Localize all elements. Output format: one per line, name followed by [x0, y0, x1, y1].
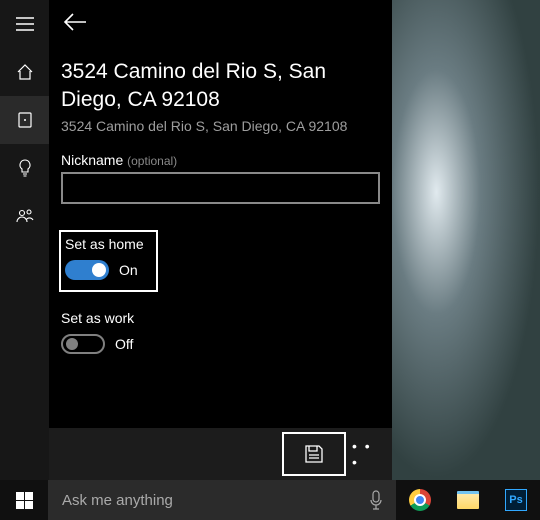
- nickname-input[interactable]: [61, 172, 380, 204]
- taskbar: Ask me anything Ps: [0, 480, 540, 520]
- set-as-work-toggle[interactable]: [61, 334, 105, 354]
- cortana-search-box[interactable]: Ask me anything: [48, 480, 356, 520]
- photoshop-icon: Ps: [505, 489, 527, 511]
- content-body: 3524 Camino del Rio S, San Diego, CA 921…: [49, 48, 392, 428]
- nickname-label: Nickname (optional): [61, 152, 380, 168]
- folder-icon: [457, 491, 479, 509]
- hamburger-menu-icon[interactable]: [0, 0, 49, 48]
- set-as-home-toggle[interactable]: [65, 260, 109, 280]
- home-icon[interactable]: [0, 48, 49, 96]
- address-title: 3524 Camino del Rio S, San Diego, CA 921…: [61, 58, 380, 114]
- microphone-icon: [369, 490, 383, 510]
- windows-logo-icon: [16, 492, 33, 509]
- set-as-work-label: Set as work: [61, 310, 380, 326]
- set-as-home-group: Set as home On: [59, 230, 158, 292]
- content-panel: 3524 Camino del Rio S, San Diego, CA 921…: [49, 0, 392, 480]
- bottom-action-bar: • • •: [49, 428, 392, 480]
- save-icon: [304, 444, 324, 464]
- header-row: [49, 0, 392, 48]
- maps-sidebar: [0, 0, 49, 480]
- taskbar-file-explorer[interactable]: [444, 480, 492, 520]
- start-button[interactable]: [0, 480, 48, 520]
- people-icon[interactable]: [0, 192, 49, 240]
- cortana-mic-button[interactable]: [356, 480, 396, 520]
- set-as-work-row: Off: [61, 334, 380, 354]
- set-as-work-state: Off: [115, 336, 133, 352]
- set-as-home-state: On: [119, 262, 138, 278]
- nickname-optional-text: (optional): [127, 154, 177, 168]
- chrome-icon: [409, 489, 431, 511]
- more-button[interactable]: • • •: [352, 432, 384, 476]
- back-button[interactable]: [63, 12, 87, 37]
- maps-favorite-panel: 3524 Camino del Rio S, San Diego, CA 921…: [0, 0, 392, 480]
- desktop-wallpaper: [392, 0, 540, 480]
- map-icon[interactable]: [0, 96, 49, 144]
- address-subtitle: 3524 Camino del Rio S, San Diego, CA 921…: [61, 118, 380, 134]
- nickname-label-text: Nickname: [61, 152, 127, 168]
- bulb-icon[interactable]: [0, 144, 49, 192]
- save-button[interactable]: [282, 432, 346, 476]
- taskbar-chrome[interactable]: [396, 480, 444, 520]
- set-as-home-label: Set as home: [65, 236, 144, 252]
- taskbar-photoshop[interactable]: Ps: [492, 480, 540, 520]
- cortana-search-placeholder: Ask me anything: [62, 492, 173, 509]
- set-as-home-row: On: [65, 260, 144, 280]
